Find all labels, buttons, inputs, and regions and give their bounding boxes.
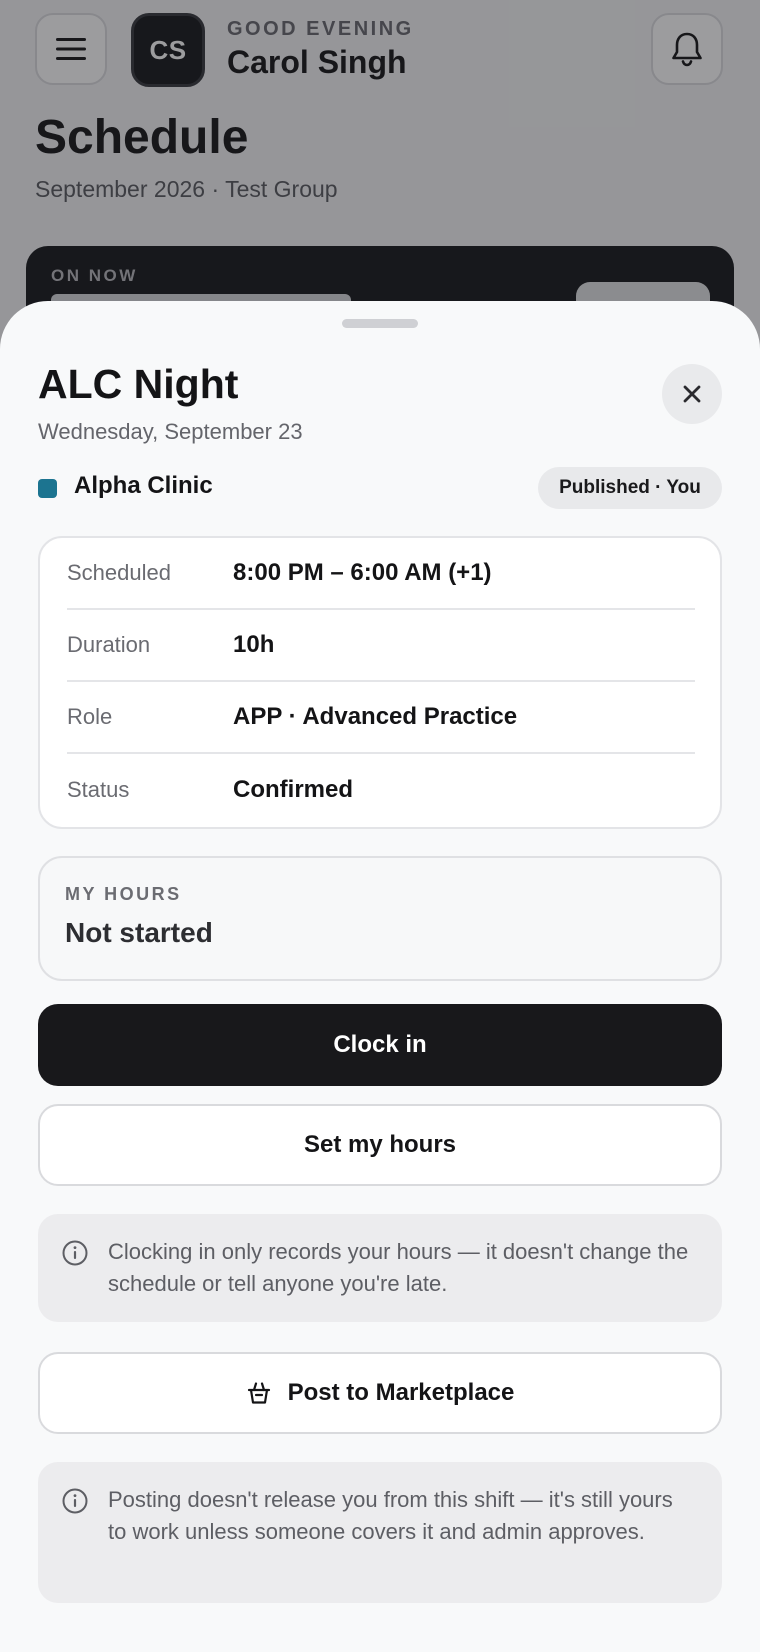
clock-in-note-text: Clocking in only records your hours — it… (108, 1239, 689, 1296)
detail-label: Status (67, 777, 130, 802)
sheet-grabber[interactable] (342, 319, 418, 328)
clock-in-button[interactable]: Clock in (38, 1004, 722, 1086)
detail-value: 10h (233, 631, 275, 658)
shift-date: Wednesday, September 23 (38, 419, 303, 444)
info-icon (62, 1488, 88, 1514)
my-hours-value: Not started (65, 917, 213, 948)
post-to-marketplace-button[interactable]: Post to Marketplace (38, 1352, 722, 1434)
detail-row-role: Role APP · Advanced Practice (67, 682, 695, 754)
post-to-marketplace-label: Post to Marketplace (287, 1379, 515, 1406)
close-icon (683, 385, 701, 403)
basket-icon (246, 1380, 272, 1406)
shift-details-card: Scheduled 8:00 PM – 6:00 AM (+1) Duratio… (38, 536, 722, 829)
shift-title: ALC Night (38, 361, 239, 407)
marketplace-info-note: Posting doesn't release you from this sh… (38, 1462, 722, 1603)
detail-value: 8:00 PM – 6:00 AM (+1) (233, 559, 492, 586)
detail-value: Confirmed (233, 776, 353, 803)
info-icon (62, 1240, 88, 1266)
detail-label: Duration (67, 632, 151, 657)
my-hours-label: MY HOURS (65, 884, 182, 904)
detail-row-duration: Duration 10h (67, 610, 695, 682)
marketplace-note-text: Posting doesn't release you from this sh… (108, 1487, 673, 1544)
shift-detail-sheet: ALC Night Wednesday, September 23 Alpha … (0, 301, 760, 1652)
close-button[interactable] (662, 364, 722, 424)
detail-label: Role (67, 704, 113, 729)
clock-in-info-note: Clocking in only records your hours — it… (38, 1214, 722, 1322)
set-my-hours-button[interactable]: Set my hours (38, 1104, 722, 1186)
clinic-color-swatch (38, 479, 57, 498)
my-hours-card: MY HOURS Not started (38, 856, 722, 981)
detail-row-scheduled: Scheduled 8:00 PM – 6:00 AM (+1) (67, 538, 695, 610)
detail-value: APP · Advanced Practice (233, 703, 518, 730)
clinic-name: Alpha Clinic (74, 472, 213, 499)
detail-row-status: Status Confirmed (67, 754, 695, 826)
detail-label: Scheduled (67, 560, 171, 585)
status-badge: Published · You (538, 467, 722, 509)
